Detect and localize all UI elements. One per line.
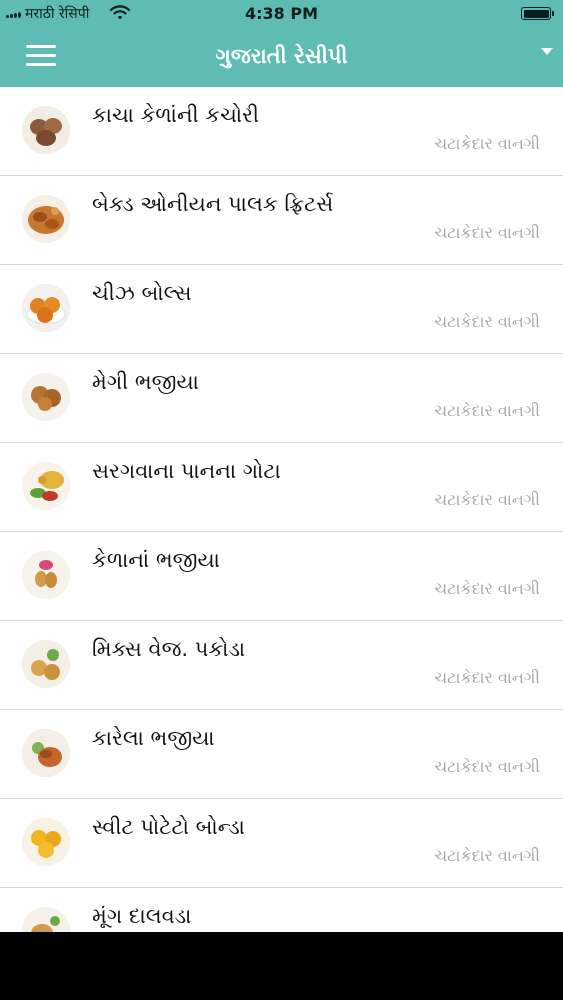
status-bar: मराठी रेसिपी 4:38 PM bbox=[0, 0, 563, 28]
battery-fill bbox=[523, 9, 549, 18]
caret-down-icon[interactable] bbox=[541, 48, 553, 55]
recipe-row[interactable]: કેળાનાં ભજીયા ચટાકેદાર વાનગી bbox=[0, 532, 563, 621]
recipe-thumbnail bbox=[22, 284, 70, 332]
recipe-title: સ્વીટ પોટેટો બોન્ડા bbox=[92, 815, 245, 839]
recipe-title: મેગી ભજીયા bbox=[92, 370, 199, 394]
recipe-category: ચટાકેદાર વાનગી bbox=[434, 846, 540, 865]
recipe-category: ચટાકેદાર વાનગી bbox=[434, 757, 540, 776]
recipe-thumbnail bbox=[22, 551, 70, 599]
recipe-thumbnail bbox=[22, 818, 70, 866]
recipe-thumbnail bbox=[22, 195, 70, 243]
recipe-row[interactable]: ચીઝ બોલ્સ ચટાકેદાર વાનગી bbox=[0, 265, 563, 354]
recipe-row[interactable]: કારેલા ભજીયા ચટાકેદાર વાનગી bbox=[0, 710, 563, 799]
header-bar: ગુજરાતી રેસીપી bbox=[0, 28, 563, 87]
recipe-row[interactable]: મૂંગ દાલવડાચટાકેદાર વાનગી bbox=[0, 888, 563, 932]
recipe-category: ચટાકેદાર વાનગી bbox=[434, 490, 540, 509]
recipe-row[interactable]: બેક્ડ ઓનીયન પાલક ફ્રિટર્સ ચટાકેદાર વાનગી bbox=[0, 176, 563, 265]
recipe-title: સરગવાના પાનના ગોટા bbox=[92, 459, 281, 483]
recipe-row[interactable]: મેગી ભજીયા ચટાકેદાર વાનગી bbox=[0, 354, 563, 443]
recipe-thumbnail bbox=[22, 640, 70, 688]
recipe-list: કાચા કેળાંની કચોરી ચટાકેદાર વાનગી બેક્ડ ઓન… bbox=[0, 87, 563, 932]
recipe-row[interactable]: કાચા કેળાંની કચોરી ચટાકેદાર વાનગી bbox=[0, 87, 563, 176]
app-screen: मराठी रेसिपी 4:38 PM ગુજરાતી રેસીપી કાચા… bbox=[0, 0, 563, 932]
recipe-category: ચટાકેદાર વાનગી bbox=[434, 312, 540, 331]
recipe-title: મિક્સ વેજ. પકોડા bbox=[92, 637, 246, 661]
recipe-row[interactable]: સ્વીટ પોટેટો બોન્ડા ચટાકેદાર વાનગી bbox=[0, 799, 563, 888]
status-time: 4:38 PM bbox=[244, 4, 318, 23]
recipe-title: કાચા કેળાંની કચોરી bbox=[92, 103, 260, 127]
recipe-title: કારેલા ભજીયા bbox=[92, 726, 215, 750]
recipe-title: ચીઝ બોલ્સ bbox=[92, 281, 192, 305]
recipe-thumbnail bbox=[22, 907, 70, 932]
recipe-title: બેક્ડ ઓનીયન પાલક ફ્રિટર્સ bbox=[92, 192, 334, 216]
recipe-thumbnail bbox=[22, 373, 70, 421]
recipe-row[interactable]: સરગવાના પાનના ગોટા ચટાકેદાર વાનગી bbox=[0, 443, 563, 532]
recipe-category: ચટાકેદાર વાનગી bbox=[434, 134, 540, 153]
recipe-title: મૂંગ દાલવડા bbox=[92, 904, 192, 928]
recipe-thumbnail bbox=[22, 462, 70, 510]
recipe-category: ચટાકેદાર વાનગી bbox=[434, 579, 540, 598]
battery-icon bbox=[521, 7, 554, 20]
recipe-thumbnail bbox=[22, 729, 70, 777]
recipe-category: ચટાકેદાર વાનગી bbox=[434, 401, 540, 420]
recipe-category: ચટાકેદાર વાનગી bbox=[434, 668, 540, 687]
recipe-title: કેળાનાં ભજીયા bbox=[92, 548, 220, 572]
recipe-category: ચટાકેદાર વાનગી bbox=[434, 223, 540, 242]
page-title: ગુજરાતી રેસીપી bbox=[215, 44, 348, 68]
bottom-black-bar bbox=[0, 932, 563, 1000]
recipe-row[interactable]: મિક્સ વેજ. પકોડા ચટાકેદાર વાનગી bbox=[0, 621, 563, 710]
recipe-thumbnail bbox=[22, 106, 70, 154]
